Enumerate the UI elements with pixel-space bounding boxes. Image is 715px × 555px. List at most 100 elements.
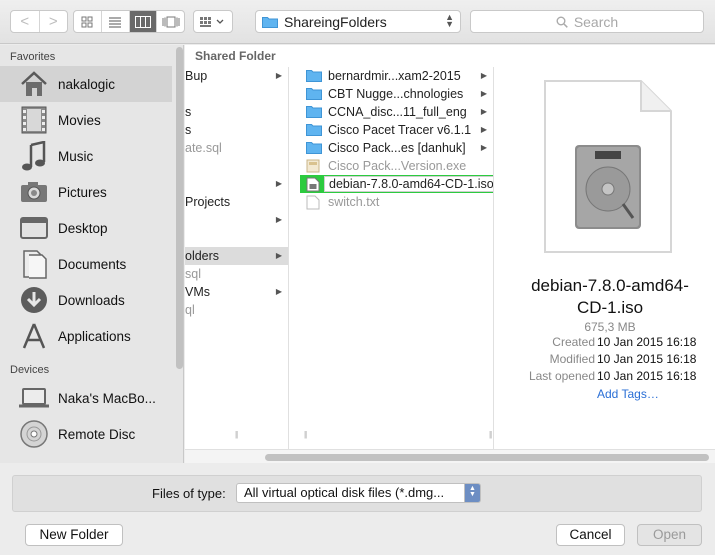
sidebar-item-downloads[interactable]: Downloads [0, 282, 172, 318]
sidebar-item-label: Music [58, 148, 94, 164]
devices-header: Devices [10, 364, 50, 376]
updown-icon: ▲ ▼ [464, 484, 480, 502]
search-field[interactable]: Search [470, 10, 704, 33]
item-label: Bup [185, 69, 208, 83]
exe-file-icon [306, 159, 320, 173]
sidebar-item-movies[interactable]: Movies [0, 102, 172, 138]
search-icon [556, 16, 568, 28]
preview-filename: debian-7.8.0-amd64- CD-1.iso [505, 275, 715, 319]
sidebar-item-macbook[interactable]: Naka's MacBo... [0, 380, 172, 416]
sidebar-item-applications[interactable]: Applications [0, 318, 172, 354]
files-of-type-select[interactable]: All virtual optical disk files (*.dmg...… [236, 483, 481, 503]
chevron-right-icon: ▶ [480, 89, 487, 98]
item-label: CCNA_disc...11_full_eng [328, 105, 467, 119]
list-item[interactable]: ▶ [185, 175, 288, 193]
sidebar-item-desktop[interactable]: Desktop [0, 210, 172, 246]
last-opened-label: Last opened [528, 369, 595, 383]
dialog-footer: Files of type: All virtual optical disk … [0, 463, 715, 555]
sidebar-item-remote-disc[interactable]: Remote Disc [0, 416, 172, 452]
list-item[interactable]: Cisco Pack...es [danhuk] ▶ [300, 139, 493, 157]
folder-icon [306, 142, 322, 154]
item-label: Cisco Pack...Version.exe [328, 159, 467, 173]
list-item[interactable]: Cisco Pacet Tracer v6.1.1 ▶ [300, 121, 493, 139]
list-item[interactable]: VMs ▶ [185, 283, 288, 301]
text-file-icon [306, 195, 320, 210]
icon-view-button[interactable] [74, 11, 102, 32]
folder-icon [306, 124, 322, 136]
horizontal-scrollbar[interactable] [185, 449, 715, 463]
list-item[interactable]: ate.sql [185, 139, 288, 157]
list-item-selected[interactable]: olders ▶ [185, 247, 288, 265]
horizontal-scroll-thumb[interactable] [265, 454, 709, 461]
sidebar-item-music[interactable]: Music [0, 138, 172, 174]
chevron-right-icon: ▶ [275, 251, 282, 260]
forward-button[interactable]: > [40, 11, 68, 32]
open-button[interactable]: Open [637, 524, 702, 546]
sidebar-item-label: Remote Disc [58, 426, 136, 442]
list-item[interactable]: CCNA_disc...11_full_eng ▶ [300, 103, 493, 121]
browser-column-2: bernardmir...xam2-2015 ▶ CBT Nugge...chno… [300, 67, 494, 451]
sidebar-item-label: Desktop [58, 220, 108, 236]
item-label: ate.sql [185, 141, 222, 155]
music-icon [18, 140, 50, 172]
item-label: CBT Nugge...chnologies [328, 87, 464, 101]
chevron-right-icon: ▶ [480, 71, 487, 80]
camera-icon [18, 176, 50, 208]
folder-icon [306, 88, 322, 100]
column-resize-handle[interactable]: || [304, 430, 307, 439]
column-resize-handle[interactable]: || [489, 430, 492, 439]
item-label: s [185, 123, 192, 137]
applications-icon [18, 320, 50, 352]
list-item[interactable]: s [185, 121, 288, 139]
add-tags-link[interactable]: Add Tags… [597, 387, 659, 401]
chevron-right-icon: ▶ [275, 287, 282, 296]
path-label: ShareingFolders [284, 13, 387, 30]
sidebar-item-nakalogic[interactable]: nakalogic [0, 66, 172, 102]
documents-icon [18, 248, 50, 280]
list-item[interactable]: switch.txt [300, 193, 493, 211]
list-item[interactable]: Bup ▶ [185, 67, 288, 85]
files-of-type-label: Files of type: [152, 486, 226, 501]
disk-image-icon [544, 80, 672, 253]
path-popup[interactable]: ShareingFolders ▲ ▼ [255, 10, 461, 33]
list-item[interactable]: bernardmir...xam2-2015 ▶ [300, 67, 493, 85]
disk-image-file-icon [306, 177, 320, 192]
cancel-button[interactable]: Cancel [556, 524, 625, 546]
list-item[interactable]: Projects [185, 193, 288, 211]
nav-buttons: < > [10, 10, 68, 33]
list-item[interactable]: Cisco Pack...Version.exe [300, 157, 493, 175]
coverflow-view-button[interactable] [157, 11, 184, 32]
grid-icon [81, 16, 93, 27]
sidebar-scrollbar[interactable] [174, 45, 183, 463]
sidebar-item-documents[interactable]: Documents [0, 246, 172, 282]
chevron-right-icon: ▶ [480, 125, 487, 134]
list-item[interactable]: s [185, 103, 288, 121]
back-button[interactable]: < [11, 11, 40, 32]
list-view-button[interactable] [102, 11, 130, 32]
column-resize-handle[interactable]: || [235, 430, 238, 439]
preview-filesize: 675,3 MB [584, 320, 636, 334]
favorites-header: Favorites [10, 51, 56, 63]
list-item[interactable]: CBT Nugge...chnologies ▶ [300, 85, 493, 103]
sidebar-item-pictures[interactable]: Pictures [0, 174, 172, 210]
chevron-right-icon: ▶ [480, 143, 487, 152]
item-label: Projects [185, 195, 231, 209]
file-preview: debian-7.8.0-amd64- CD-1.iso 675,3 MB Cr… [505, 67, 715, 447]
arrange-button[interactable] [193, 10, 233, 33]
new-folder-button[interactable]: New Folder [25, 524, 123, 546]
sidebar-scroll-thumb[interactable] [176, 47, 183, 369]
downloads-icon [18, 284, 50, 316]
laptop-icon [18, 382, 50, 414]
desktop-icon [18, 212, 50, 244]
column-view-button[interactable] [129, 11, 158, 32]
list-item[interactable]: ql [185, 301, 288, 319]
item-label: bernardmir...xam2-2015 [328, 69, 461, 83]
list-item[interactable]: sql [185, 265, 288, 283]
list-item-selected[interactable]: debian-7.8.0-amd64-CD-1.iso [300, 175, 493, 193]
view-mode-switcher [73, 10, 185, 33]
list-item[interactable]: ▶ [185, 211, 288, 229]
item-label: sql [185, 267, 201, 281]
shared-folder-header: Shared Folder [195, 49, 276, 63]
sidebar-item-label: Naka's MacBo... [58, 390, 156, 406]
list-icon [109, 16, 122, 28]
